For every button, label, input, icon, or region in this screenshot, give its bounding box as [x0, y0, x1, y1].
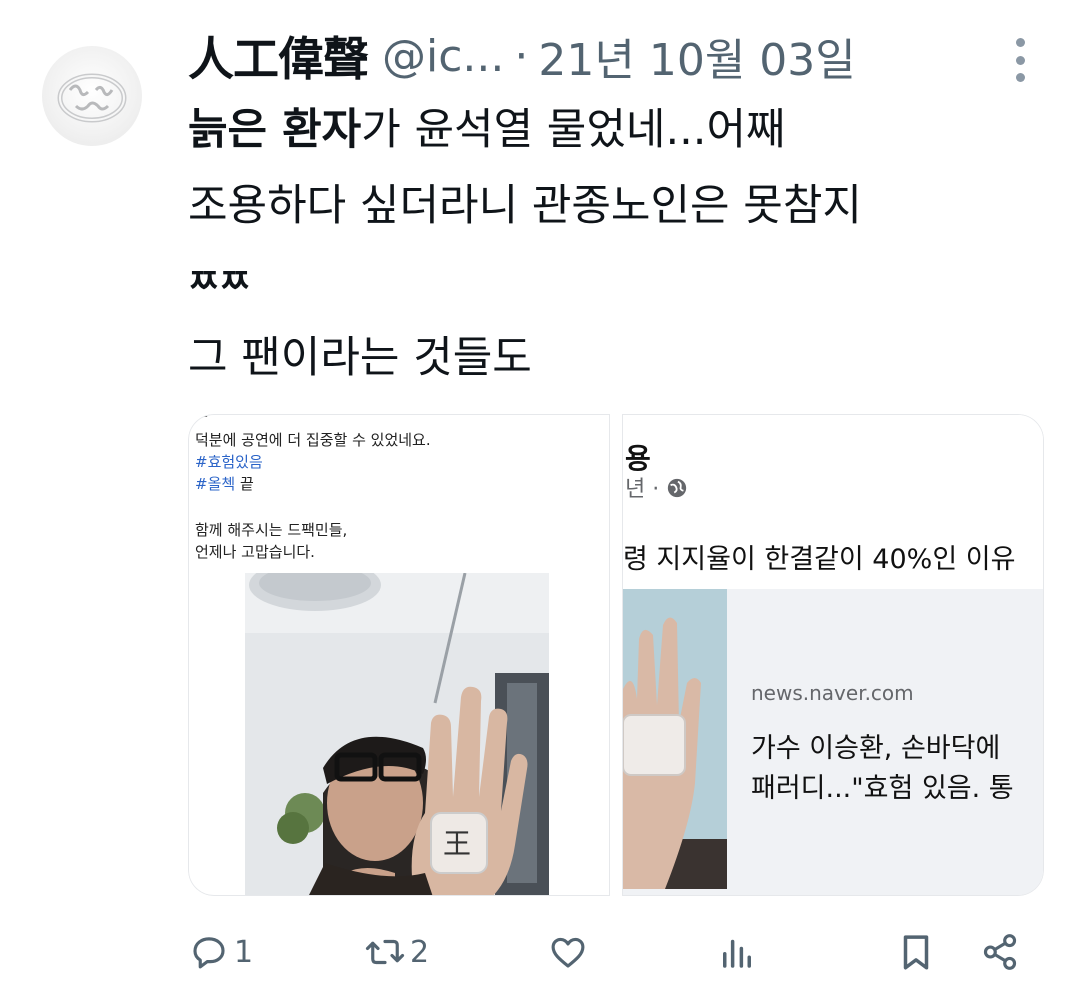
retweet-button[interactable]: 2	[364, 920, 429, 984]
share-button[interactable]	[979, 920, 1021, 984]
media-image-1[interactable]: ㅡ 덕분에 공연에 더 집중할 수 있었네요. #효험있음 #올첵 끝 함께 해…	[188, 414, 610, 896]
share-icon	[983, 934, 1017, 970]
ring-image-icon	[57, 73, 127, 123]
tweet-actions: 1 2	[0, 920, 1080, 984]
separator-dot: ·	[514, 30, 529, 82]
hashtag-1: #효험있음	[195, 453, 263, 471]
post-line-b: 함께 해주시는 드팩민들,	[195, 521, 348, 539]
bookmark-icon	[903, 935, 929, 970]
reply-icon	[193, 937, 225, 969]
link-preview[interactable]: news.naver.com 가수 이승환, 손바닥에 패러디..."효험 있음…	[623, 589, 1043, 895]
bookmark-button[interactable]	[895, 920, 937, 984]
link-thumbnail	[623, 589, 727, 889]
post-line-a: 덕분에 공연에 더 집중할 수 있었네요.	[195, 431, 431, 449]
post-subtitle: 년 ·	[625, 471, 688, 503]
link-title-line-2: 패러디..."효험 있음. 통	[751, 773, 1014, 804]
post-line-c: 언제나 고맙습니다.	[195, 543, 315, 561]
tweet-bold-text: 늙은 환자	[188, 105, 362, 155]
reply-count: 1	[234, 934, 254, 970]
screenshot-post-text: ㅡ 덕분에 공연에 더 집중할 수 있었네요. #효험있음 #올첵 끝 함께 해…	[195, 414, 431, 563]
tweet-line-1: 늙은 환자가 윤석열 물었네...어째	[188, 92, 1048, 168]
views-icon	[723, 939, 751, 968]
avatar[interactable]	[42, 46, 142, 146]
views-button[interactable]	[716, 920, 758, 984]
selfie-photo: 王	[245, 573, 549, 895]
post-subtitle-text: 년 ·	[625, 477, 660, 502]
retweet-count: 2	[410, 934, 430, 970]
reply-button[interactable]: 1	[188, 920, 253, 984]
cut-off-line: ㅡ	[195, 414, 208, 426]
tweet-date[interactable]: 21년 10월 03일	[538, 24, 855, 88]
tweet-line-3: ㅉㅉ	[188, 262, 251, 302]
retweet-icon	[365, 939, 405, 965]
author-name[interactable]: 人工偉聲	[188, 23, 369, 89]
author-handle[interactable]: @ic...	[382, 31, 504, 82]
tweet-header: 人工偉聲 @ic... · 21년 10월 03일	[188, 24, 856, 88]
tweet-text: 늙은 환자가 윤석열 물었네...어째 조용하다 싶더라니 관종노인은 못참지 …	[188, 92, 1048, 396]
tweet-media[interactable]: ㅡ 덕분에 공연에 더 집중할 수 있었네요. #효험있음 #올첵 끝 함께 해…	[188, 414, 1044, 896]
tweet-line-1-rest: 가 윤석열 물었네...어째	[361, 105, 786, 155]
post-headline: 령 지지율이 한결같이 40%인 이유	[623, 544, 1016, 575]
tweet-line-2: 조용하다 싶더라니 관종노인은 못참지	[188, 181, 862, 231]
hashtag-2: #올첵	[195, 475, 236, 493]
palm-text: 王	[443, 827, 471, 860]
link-domain: news.naver.com	[751, 681, 914, 705]
link-title-line-1: 가수 이승환, 손바닥에	[751, 733, 1001, 764]
tweet-line-4: 그 팬이라는 것들도	[188, 333, 532, 383]
more-options-icon[interactable]	[1006, 38, 1034, 82]
link-title: 가수 이승환, 손바닥에 패러디..."효험 있음. 통	[751, 729, 1014, 809]
like-button[interactable]	[547, 920, 589, 984]
hashtag-2-rest: 끝	[235, 475, 254, 493]
media-image-2[interactable]: 용 년 · 령 지지율이 한결같이 40%인 이유 news.naver.com	[622, 414, 1044, 896]
selfie-illustration: 王	[245, 573, 549, 895]
like-icon	[551, 937, 585, 968]
globe-icon	[668, 478, 687, 498]
facebook-post-header: 용 년 · 령 지지율이 한결같이 40%인 이유	[623, 415, 1043, 583]
palm-photo	[623, 589, 727, 889]
